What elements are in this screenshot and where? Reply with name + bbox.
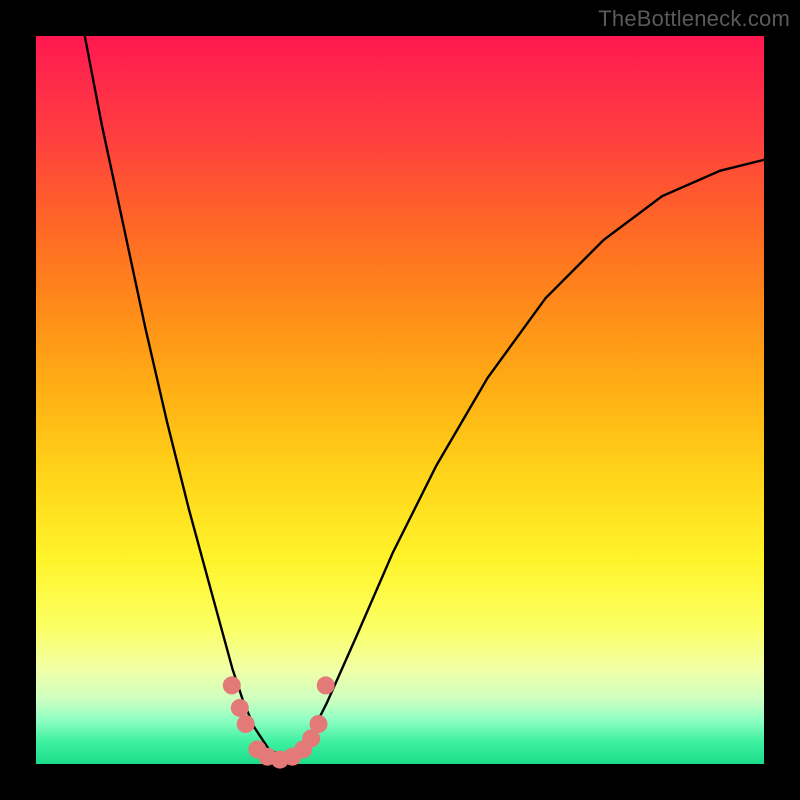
- curve-marker: [237, 715, 255, 733]
- curve-marker: [317, 676, 335, 694]
- curve-marker: [310, 715, 328, 733]
- plot-overlay: [36, 36, 764, 764]
- curve-marker: [231, 699, 249, 717]
- curve-marker: [223, 676, 241, 694]
- figure-container: { "watermark": "TheBottleneck.com", "col…: [0, 0, 800, 800]
- bottleneck-curve: [85, 36, 764, 757]
- watermark-text: TheBottleneck.com: [598, 6, 790, 32]
